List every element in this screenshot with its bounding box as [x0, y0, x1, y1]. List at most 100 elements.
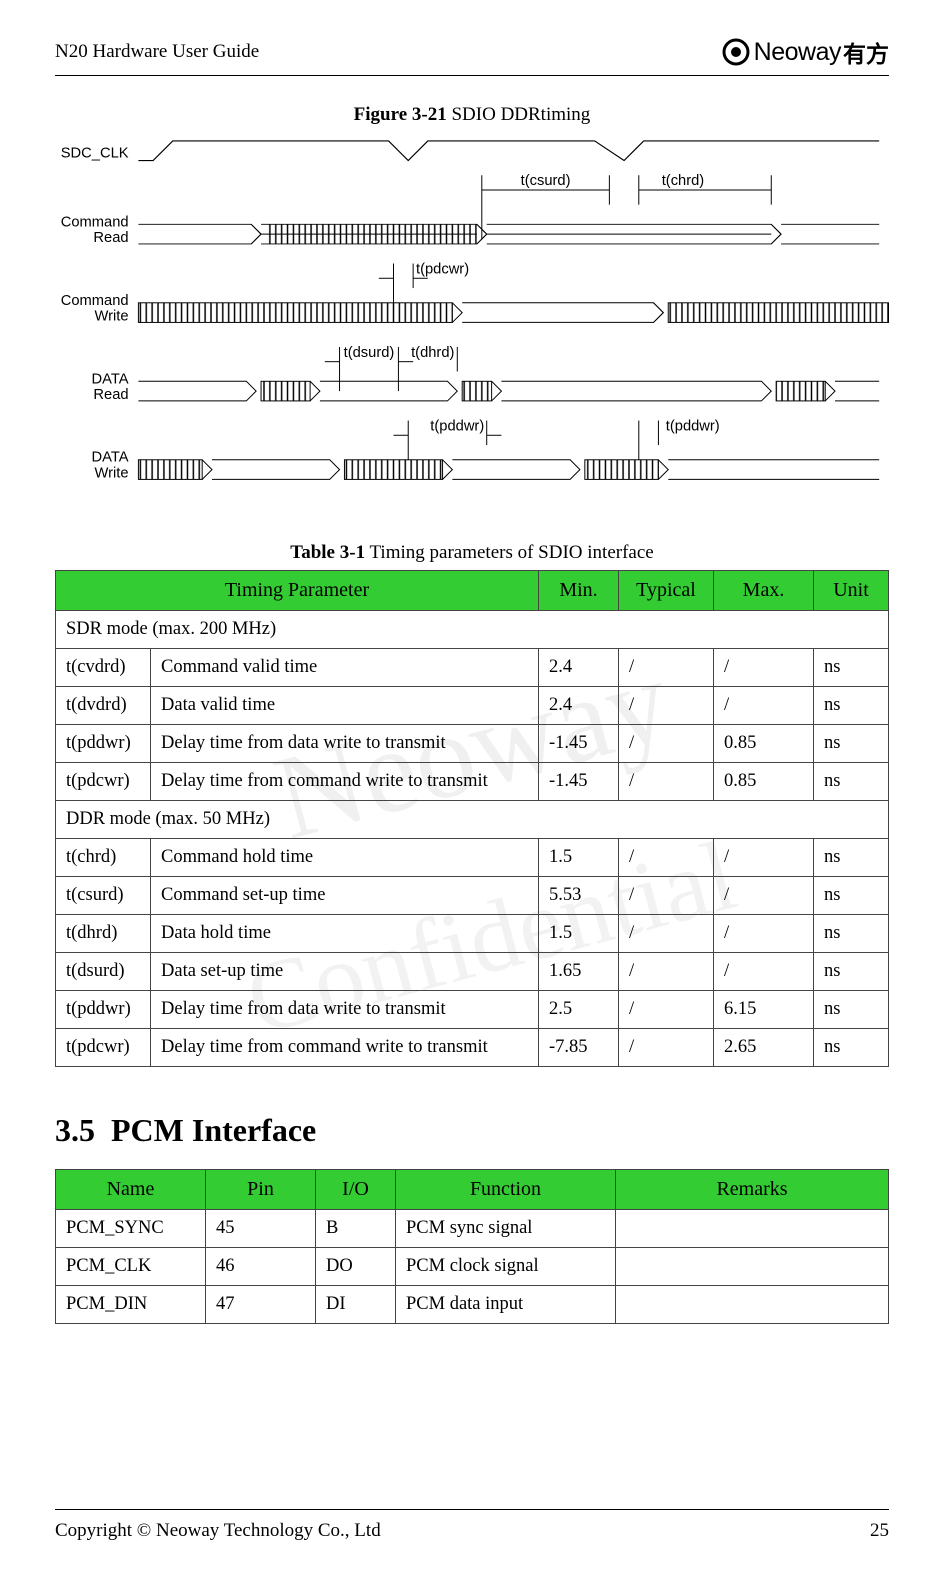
cell-max: / — [714, 914, 814, 952]
cell-max: 0.85 — [714, 762, 814, 800]
table-row: PCM_CLK46DOPCM clock signal — [56, 1247, 889, 1285]
cell-typ: / — [619, 1028, 714, 1066]
cell-desc: Data hold time — [151, 914, 539, 952]
cell-unit: ns — [814, 876, 889, 914]
timing-diagram: SDC_CLK t(csurd) t(chrd) Command Read t(… — [55, 136, 889, 509]
cell-name: PCM_DIN — [56, 1285, 206, 1323]
signal-data-write-l1: DATA — [92, 450, 129, 466]
cell-min: 1.65 — [539, 952, 619, 990]
th-io: I/O — [316, 1169, 396, 1209]
signal-sdc-clk: SDC_CLK — [61, 146, 129, 162]
cell-desc: Delay time from data write to transmit — [151, 990, 539, 1028]
section-sdr: SDR mode (max. 200 MHz) — [56, 610, 889, 648]
cell-unit: ns — [814, 838, 889, 876]
cell-func: PCM clock signal — [396, 1247, 616, 1285]
cell-pin: 45 — [206, 1209, 316, 1247]
table1-title: Timing parameters of SDIO interface — [365, 542, 654, 563]
cell-desc: Command hold time — [151, 838, 539, 876]
cell-sym: t(pddwr) — [56, 724, 151, 762]
table1-label: Table 3-1 — [290, 542, 365, 563]
table1-caption: Table 3-1 Timing parameters of SDIO inte… — [55, 542, 889, 564]
cell-min: 1.5 — [539, 838, 619, 876]
section-heading: 3.5 PCM Interface — [55, 1112, 889, 1149]
cell-unit: ns — [814, 1028, 889, 1066]
signal-command-read-l1: Command — [61, 214, 129, 230]
cell-min: 2.4 — [539, 686, 619, 724]
cell-min: 5.53 — [539, 876, 619, 914]
cell-typ: / — [619, 952, 714, 990]
cell-remarks — [616, 1247, 889, 1285]
table-row: t(csurd)Command set-up time5.53//ns — [56, 876, 889, 914]
table-row: t(dsurd)Data set-up time1.65//ns — [56, 952, 889, 990]
table-row: t(cvdrd)Command valid time2.4//ns — [56, 648, 889, 686]
cell-name: PCM_CLK — [56, 1247, 206, 1285]
table-row: t(dvdrd)Data valid time2.4//ns — [56, 686, 889, 724]
cell-min: -7.85 — [539, 1028, 619, 1066]
cell-max: / — [714, 876, 814, 914]
cell-max: 6.15 — [714, 990, 814, 1028]
cell-typ: / — [619, 914, 714, 952]
table-row: t(pddwr)Delay time from data write to tr… — [56, 724, 889, 762]
th-name: Name — [56, 1169, 206, 1209]
page-footer: Copyright © Neoway Technology Co., Ltd 2… — [55, 1509, 889, 1542]
cell-max: 2.65 — [714, 1028, 814, 1066]
brand-logo-group: Neoway 有方 — [720, 35, 889, 69]
cell-name: PCM_SYNC — [56, 1209, 206, 1247]
cell-io: DO — [316, 1247, 396, 1285]
neoway-logo-icon — [720, 36, 752, 68]
cell-unit: ns — [814, 724, 889, 762]
cell-max: / — [714, 838, 814, 876]
signal-command-write-l1: Command — [61, 293, 129, 309]
signal-data-read-l1: DATA — [92, 371, 129, 387]
cell-typ: / — [619, 724, 714, 762]
cell-sym: t(dvdrd) — [56, 686, 151, 724]
figure-title: SDIO DDRtiming — [447, 104, 591, 125]
cell-remarks — [616, 1209, 889, 1247]
table-row: t(dhrd)Data hold time1.5//ns — [56, 914, 889, 952]
timing-parameters-table: Timing Parameter Min. Typical Max. Unit … — [55, 570, 889, 1067]
cell-desc: Command set-up time — [151, 876, 539, 914]
section-number: 3.5 — [55, 1112, 95, 1148]
cell-min: 2.4 — [539, 648, 619, 686]
cell-unit: ns — [814, 952, 889, 990]
brand-name: Neoway — [754, 38, 841, 67]
cell-typ: / — [619, 990, 714, 1028]
cell-min: -1.45 — [539, 762, 619, 800]
timing-label-tdsurd: t(dsurd) — [344, 345, 395, 361]
cell-unit: ns — [814, 914, 889, 952]
cell-max: / — [714, 952, 814, 990]
table-row: PCM_DIN47DIPCM data input — [56, 1285, 889, 1323]
signal-command-read-l2: Read — [93, 230, 128, 246]
cell-max: / — [714, 648, 814, 686]
cell-min: 2.5 — [539, 990, 619, 1028]
figure-caption: Figure 3-21 SDIO DDRtiming — [55, 104, 889, 126]
figure-label: Figure 3-21 — [354, 104, 447, 125]
cell-min: -1.45 — [539, 724, 619, 762]
cell-desc: Delay time from data write to transmit — [151, 724, 539, 762]
signal-data-write-l2: Write — [95, 465, 129, 481]
table-row: t(pdcwr)Delay time from command write to… — [56, 762, 889, 800]
timing-label-tdhrd: t(dhrd) — [411, 345, 454, 361]
doc-title: N20 Hardware User Guide — [55, 41, 259, 63]
cell-unit: ns — [814, 990, 889, 1028]
signal-command-write-l2: Write — [95, 308, 129, 324]
cell-typ: / — [619, 762, 714, 800]
cell-desc: Command valid time — [151, 648, 539, 686]
th-typical: Typical — [619, 570, 714, 610]
page-header: N20 Hardware User Guide Neoway 有方 — [55, 35, 889, 76]
section-ddr: DDR mode (max. 50 MHz) — [56, 800, 889, 838]
cell-io: B — [316, 1209, 396, 1247]
cell-unit: ns — [814, 762, 889, 800]
cell-unit: ns — [814, 648, 889, 686]
cell-typ: / — [619, 686, 714, 724]
pcm-interface-table: Name Pin I/O Function Remarks PCM_SYNC45… — [55, 1169, 889, 1324]
cell-pin: 47 — [206, 1285, 316, 1323]
brand-name-cn: 有方 — [843, 35, 889, 69]
cell-io: DI — [316, 1285, 396, 1323]
section-title: PCM Interface — [111, 1112, 316, 1148]
cell-sym: t(csurd) — [56, 876, 151, 914]
footer-copyright: Copyright © Neoway Technology Co., Ltd — [55, 1520, 381, 1542]
th-max: Max. — [714, 570, 814, 610]
th-param: Timing Parameter — [56, 570, 539, 610]
cell-max: 0.85 — [714, 724, 814, 762]
